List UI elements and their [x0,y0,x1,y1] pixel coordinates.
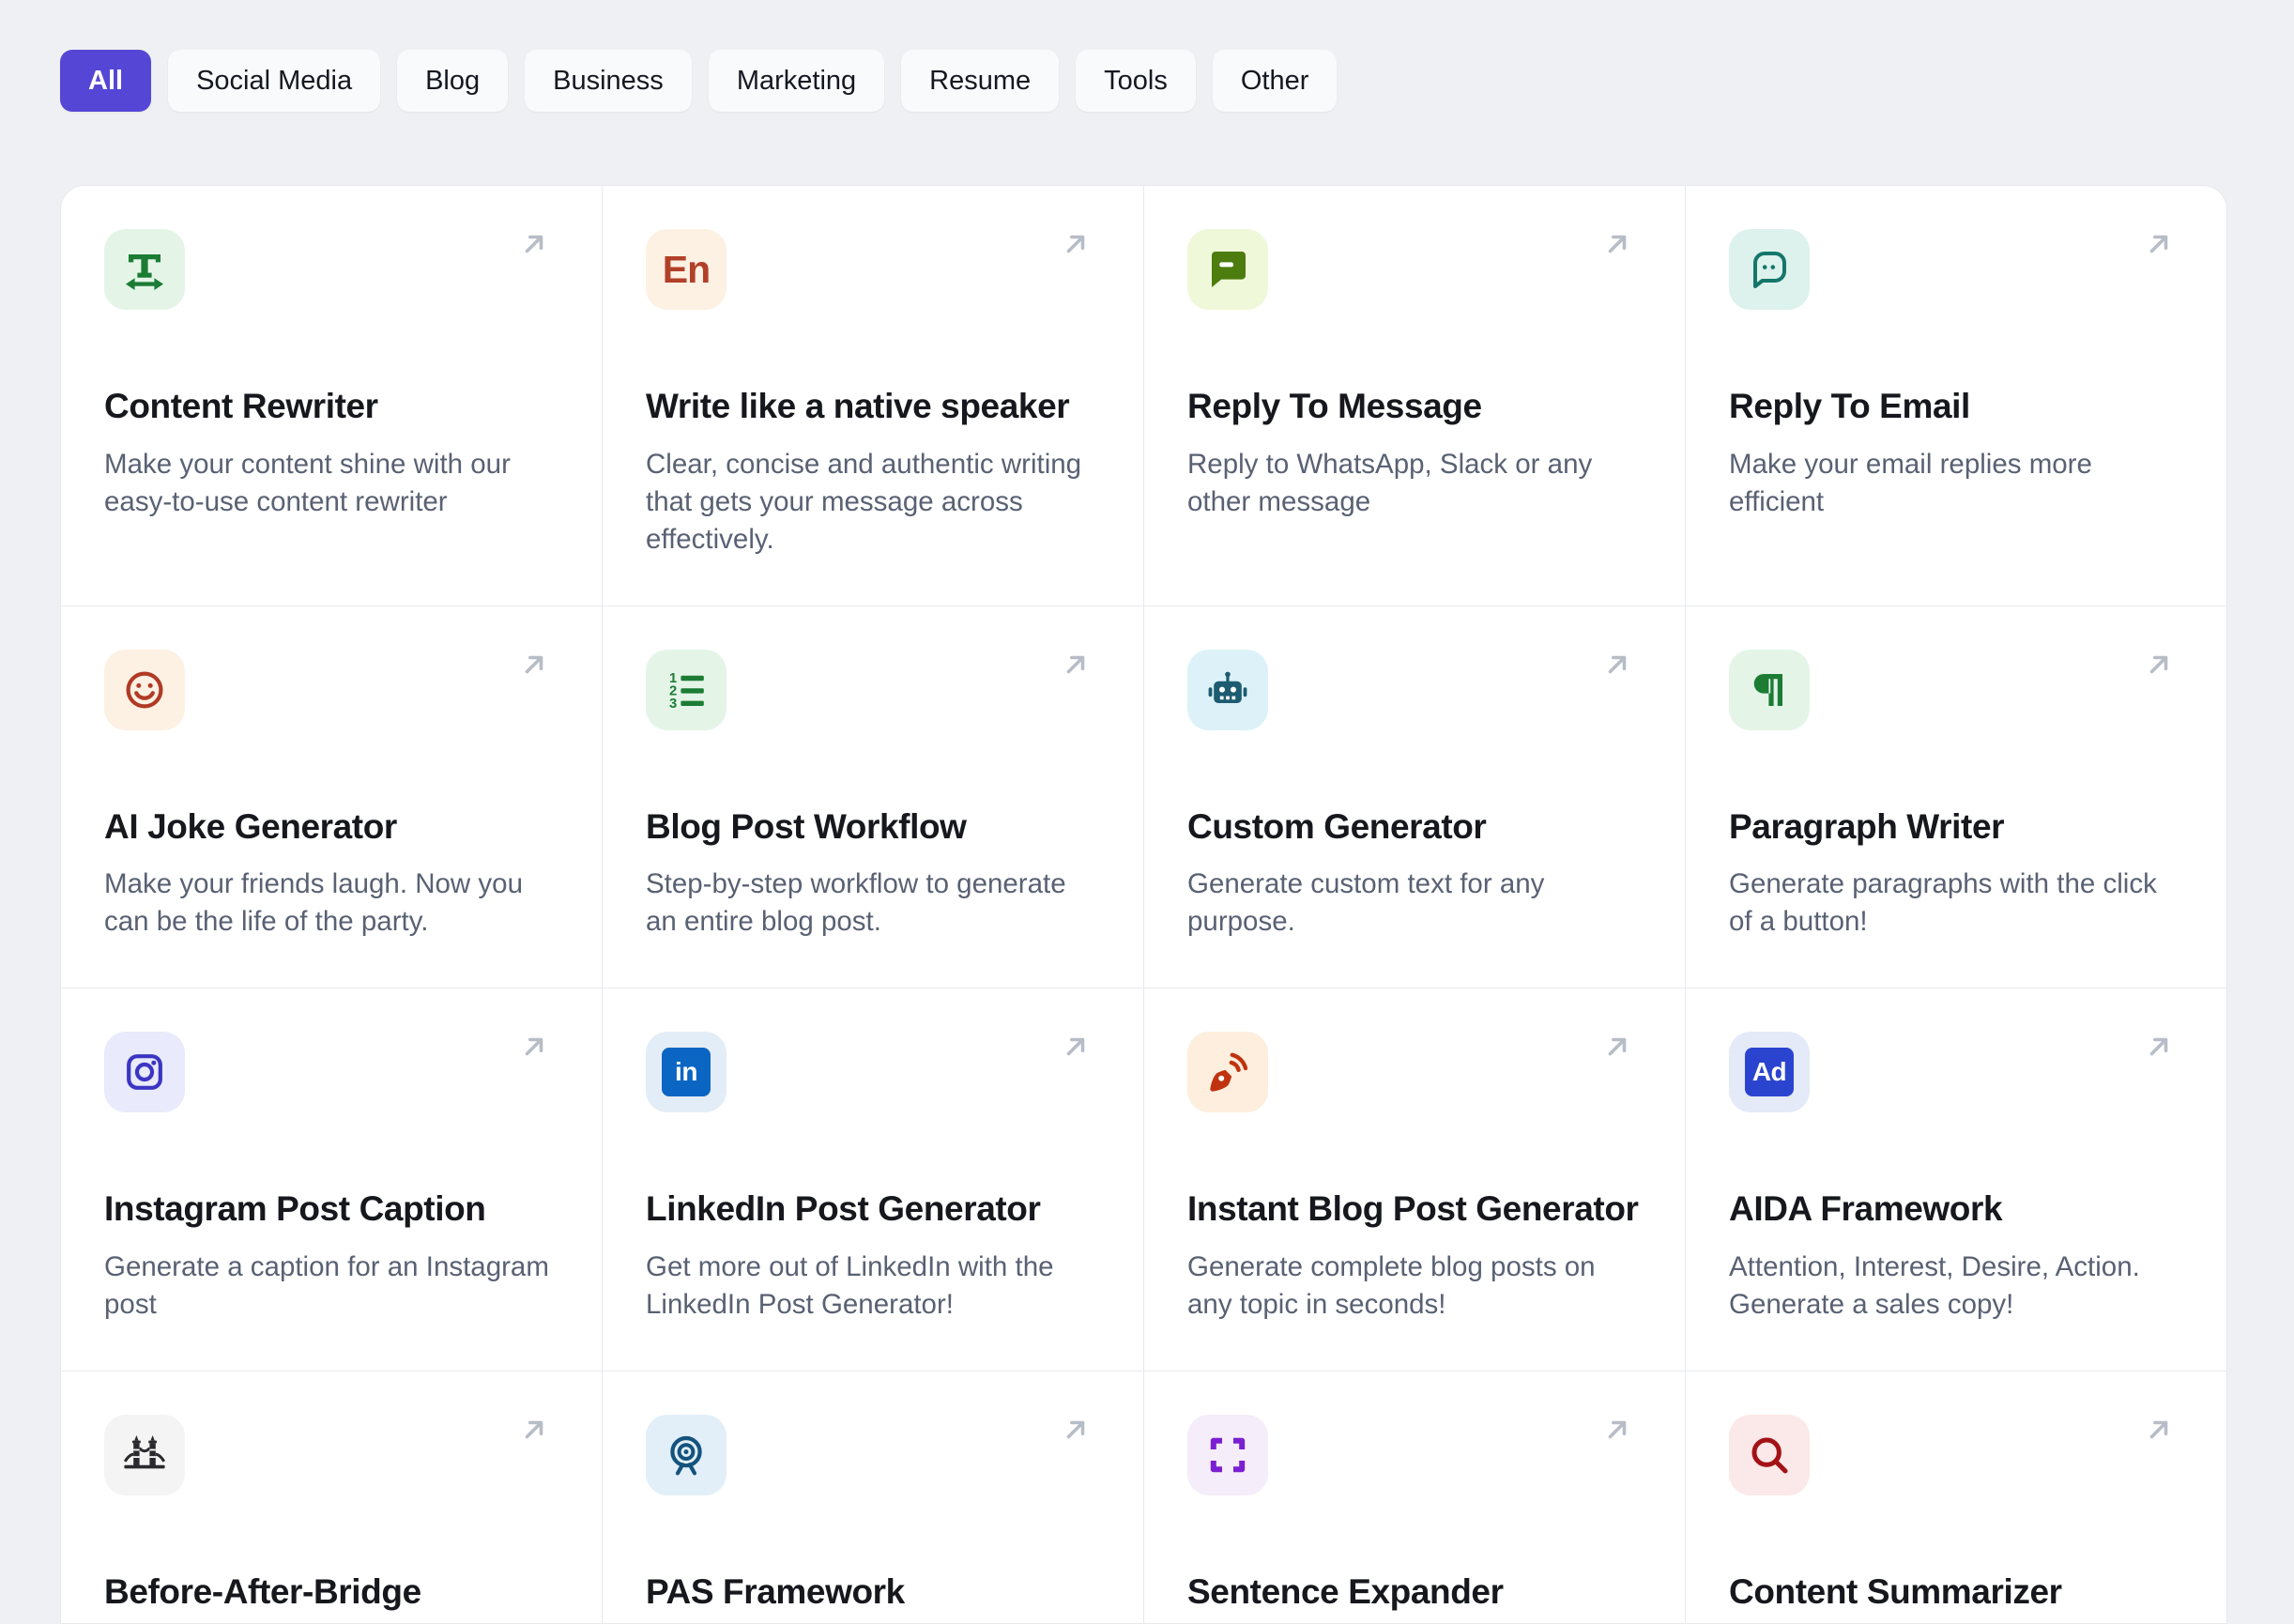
ad-badge-icon-text: Ad [1745,1048,1794,1097]
template-grid: Content Rewriter Make your content shine … [61,186,2226,1623]
card-title: Content Summarizer [1729,1571,2062,1611]
card-description: Reply to WhatsApp, Slack or any other me… [1187,448,1593,517]
pilcrow-icon [1729,649,1810,730]
filter-bar: All Social Media Blog Business Marketing Resu… [60,50,1338,112]
card-description: Make your friends laugh. Now you can be … [104,868,524,938]
template-card[interactable]: Paragraph Writer Generate paragraphs with… [1686,605,2226,988]
en-letters-icon: En [646,229,726,310]
card-title: AI Joke Generator [104,806,397,846]
instagram-icon [104,1032,185,1113]
template-card[interactable]: Sentence Expander [1144,1371,1685,1623]
smiley-face-icon [104,649,185,730]
template-card[interactable]: Instant Blog Post Generator Generate comp… [1144,988,1685,1371]
open-template-arrow-icon[interactable] [1600,227,1634,261]
open-template-arrow-icon[interactable] [2142,227,2176,261]
open-template-arrow-icon[interactable] [1059,227,1093,261]
card-title: Instant Blog Post Generator [1187,1189,1639,1229]
open-template-arrow-icon[interactable] [2142,648,2176,682]
template-card[interactable]: En Write like a native speaker Clear, conc… [603,186,1143,605]
filter-tab-business[interactable]: Business [525,50,692,112]
card-description: Make your content shine with our easy-to… [104,448,511,517]
linkedin-icon-text: in [662,1048,711,1097]
card-title: Reply To Email [1729,387,1970,425]
chat-bubble-dots-icon [1729,229,1810,310]
open-template-arrow-icon[interactable] [1600,1030,1634,1064]
template-card[interactable]: Instagram Post Caption Generate a caption… [61,988,602,1371]
open-template-arrow-icon[interactable] [1600,648,1634,682]
template-card[interactable]: Custom Generator Generate custom text for… [1144,605,1685,988]
open-template-arrow-icon[interactable] [517,227,551,261]
filter-tab-social-media[interactable]: Social Media [168,50,381,112]
expand-corners-icon [1187,1414,1268,1495]
template-card[interactable]: Content Summarizer [1686,1371,2226,1623]
open-template-arrow-icon[interactable] [1059,648,1093,682]
card-title: Sentence Expander [1187,1571,1504,1611]
card-description: Clear, concise and authentic writing tha… [646,448,1082,555]
filter-tab-tools[interactable]: Tools [1076,50,1196,112]
numbered-list-icon: 123 [646,649,726,730]
card-description: Generate custom text for any purpose. [1187,868,1545,938]
card-title: Write like a native speaker [646,387,1070,425]
card-title: LinkedIn Post Generator [646,1189,1041,1229]
card-description: Get more out of LinkedIn with the Linked… [646,1250,1054,1320]
template-card[interactable]: Reply To Email Make your email replies mo… [1686,186,2226,605]
ad-badge-icon: Ad [1729,1032,1810,1113]
open-template-arrow-icon[interactable] [2142,1030,2176,1064]
template-card[interactable]: Before-After-Bridge [61,1371,602,1623]
robot-icon [1187,649,1268,730]
magnifier-icon [1729,1414,1810,1495]
card-description: Make your email replies more efficient [1729,448,2092,517]
card-description: Generate a caption for an Instagram post [104,1250,549,1320]
template-card[interactable]: AI Joke Generator Make your friends laugh… [61,605,602,988]
linkedin-icon: in [646,1032,726,1113]
open-template-arrow-icon[interactable] [517,648,551,682]
card-description: Generate complete blog posts on any topi… [1187,1250,1596,1320]
open-template-arrow-icon[interactable] [517,1413,551,1447]
filter-tab-blog[interactable]: Blog [397,50,509,112]
filter-tab-other[interactable]: Other [1212,50,1338,112]
card-description: Generate paragraphs with the click of a … [1729,868,2157,938]
filter-tab-all[interactable]: All [60,50,152,112]
pen-nib-signal-icon [1187,1032,1268,1113]
card-title: Paragraph Writer [1729,806,2005,846]
filter-tab-resume[interactable]: Resume [901,50,1060,112]
filter-tab-marketing[interactable]: Marketing [708,50,885,112]
card-title: Content Rewriter [104,387,378,425]
template-grid-container: Content Rewriter Make your content shine … [60,185,2227,1624]
card-description: Step-by-step workflow to generate an ent… [646,868,1066,938]
card-title: PAS Framework [646,1571,905,1611]
template-card[interactable]: PAS Framework [603,1371,1143,1623]
template-card[interactable]: Ad AIDA Framework Attention, Interest, Des… [1686,988,2226,1371]
open-template-arrow-icon[interactable] [1059,1413,1093,1447]
card-title: AIDA Framework [1729,1189,2003,1229]
open-template-arrow-icon[interactable] [517,1030,551,1064]
template-card[interactable]: Reply To Message Reply to WhatsApp, Slack… [1144,186,1685,605]
template-card[interactable]: Content Rewriter Make your content shine … [61,186,602,605]
message-square-minus-icon [1187,229,1268,310]
en-letters-icon-text: En [662,247,711,291]
card-title: Before-After-Bridge [104,1571,421,1611]
target-stand-icon [646,1414,726,1495]
card-title: Reply To Message [1187,387,1482,425]
tower-bridge-icon [104,1414,185,1495]
template-card[interactable]: 1 2 3 Blog Post Workflow Step-by-step workfl… [603,605,1143,988]
card-title: Instagram Post Caption [104,1189,486,1229]
card-description: Attention, Interest, Desire, Action. Gen… [1729,1250,2140,1320]
open-template-arrow-icon[interactable] [1600,1413,1634,1447]
template-card[interactable]: in LinkedIn Post Generator Get more out of… [603,988,1143,1371]
card-title: Custom Generator [1187,806,1487,846]
open-template-arrow-icon[interactable] [1059,1030,1093,1064]
card-title: Blog Post Workflow [646,806,967,846]
open-template-arrow-icon[interactable] [2142,1413,2176,1447]
text-width-icon [104,229,185,310]
svg-text:3: 3 [669,696,677,711]
